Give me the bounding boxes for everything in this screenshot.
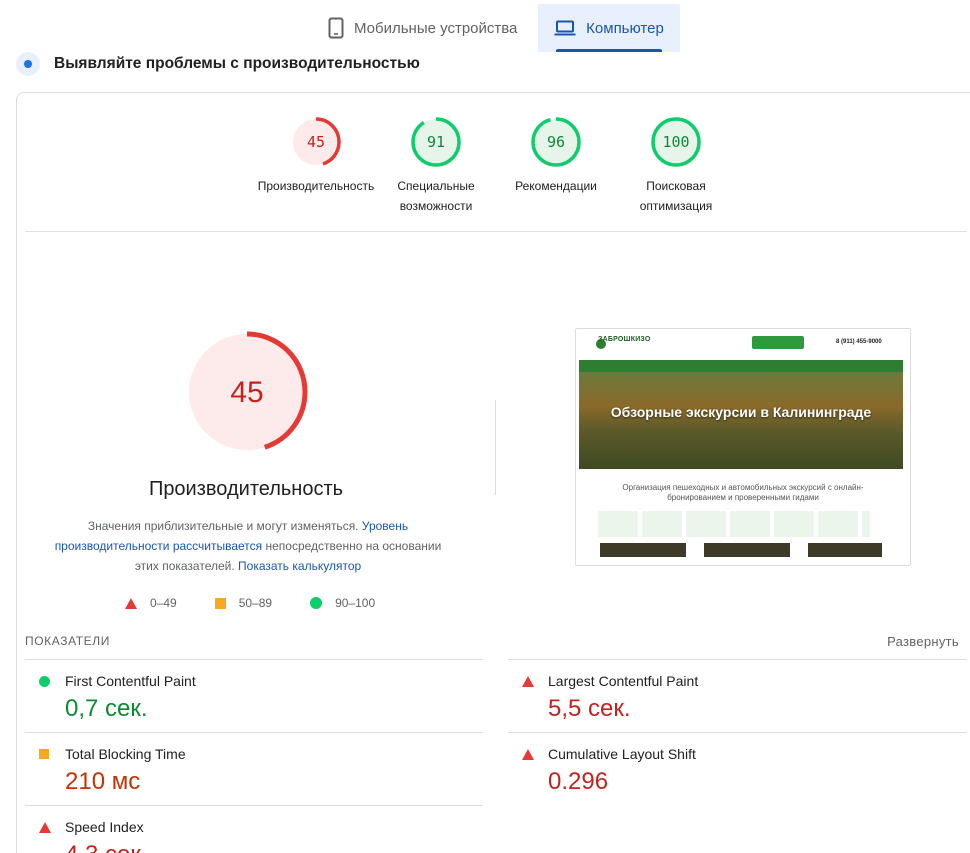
divider	[25, 231, 967, 232]
gauge-best-practices-score: 96	[547, 133, 565, 151]
metric-si: Speed Index 4,3 сек.	[25, 805, 483, 853]
calculator-link[interactable]: Показать калькулятор	[238, 559, 361, 573]
legend-average: 50–89	[214, 596, 272, 610]
fail-triangle-icon	[522, 676, 534, 687]
pass-circle-icon	[310, 597, 323, 609]
tab-mobile-label: Мобильные устройства	[354, 19, 518, 37]
metric-name: First Contentful Paint	[65, 673, 196, 689]
metric-name: Total Blocking Time	[65, 746, 186, 762]
gauge-performance-score: 45	[307, 133, 325, 151]
metric-value: 210 мс	[65, 768, 141, 795]
gauge-best-practices-ring: 96	[531, 117, 581, 167]
performance-title: Производительность	[148, 478, 344, 500]
fail-triangle-icon	[522, 749, 534, 760]
page-screenshot[interactable]: ЗАБРОШКИЗО 8 (911) 455-9000 Обзорные экс…	[575, 328, 911, 566]
site-hero-image: Обзорные экскурсии в Калининграде	[579, 372, 903, 469]
metric-tbt: Total Blocking Time 210 мс	[25, 732, 483, 805]
performance-diagnose-icon	[16, 52, 40, 76]
legend-fail: 0–49	[125, 596, 177, 610]
metric-name: Largest Contentful Paint	[548, 673, 699, 689]
gauge-accessibility-label: Специальные возможности	[397, 179, 475, 213]
site-hero-title: Обзорные экскурсии в Калининграде	[610, 404, 872, 420]
metric-value: 5,5 сек.	[548, 695, 631, 722]
fail-triangle-icon	[125, 597, 137, 609]
performance-description: Значения приблизительные и могут изменят…	[54, 519, 442, 573]
gauge-seo-ring: 100	[651, 117, 701, 167]
gauge-seo-score: 100	[662, 133, 689, 151]
metric-lcp: Largest Contentful Paint 5,5 сек.	[508, 659, 966, 732]
gauge-accessibility-ring: 91	[411, 117, 461, 167]
gauge-performance[interactable]: 45 Производительность	[246, 116, 386, 196]
metric-value: 4,3 сек.	[65, 841, 148, 853]
expand-toggle[interactable]: Развернуть	[887, 634, 959, 649]
device-tabs: Мобильные устройства Компьютер	[0, 4, 970, 54]
laptop-icon	[554, 20, 576, 36]
site-callback-button	[752, 336, 804, 349]
site-tour-cards	[600, 543, 882, 557]
tab-desktop-label: Компьютер	[586, 19, 664, 37]
gauge-best-practices-label: Рекомендации	[515, 179, 597, 193]
tab-mobile[interactable]: Мобильные устройства	[312, 4, 533, 52]
gauge-accessibility[interactable]: 91 Специальные возможности	[366, 116, 506, 216]
metric-fcp: First Contentful Paint 0,7 сек.	[25, 659, 483, 732]
gauge-seo-label: Поисковая оптимизация	[639, 179, 713, 213]
active-tab-indicator	[556, 49, 662, 52]
average-square-icon	[214, 597, 226, 609]
vertical-divider	[495, 400, 496, 495]
average-square-icon	[39, 749, 49, 759]
metric-name: Cumulative Layout Shift	[548, 746, 696, 762]
fail-triangle-icon	[39, 822, 51, 833]
performance-big-score: 45	[230, 376, 263, 409]
tab-desktop[interactable]: Компьютер	[538, 4, 680, 52]
gauge-accessibility-score: 91	[427, 133, 445, 151]
site-phone: 8 (911) 455-9000	[836, 339, 882, 345]
section-title: Выявляйте проблемы с производительностью	[54, 55, 420, 72]
performance-big-gauge: 45	[186, 331, 308, 453]
pass-circle-icon	[39, 676, 50, 687]
metric-value: 0.296	[548, 768, 609, 795]
metric-cls: Cumulative Layout Shift 0.296	[508, 732, 966, 805]
gauge-best-practices[interactable]: 96 Рекомендации	[486, 116, 626, 196]
score-legend: 0–49 50–89 90–100	[125, 596, 413, 610]
gauge-performance-ring: 45	[291, 117, 341, 167]
site-caption: Организация пешеходных и автомобильных э…	[622, 483, 864, 502]
section-header: Выявляйте проблемы с производительностью	[16, 52, 420, 76]
site-nav-bar	[579, 360, 903, 372]
site-tag-chips	[598, 511, 870, 537]
gauge-performance-label: Производительность	[257, 179, 375, 193]
metrics-title: ПОКАЗАТЕЛИ	[25, 634, 110, 648]
gauge-seo[interactable]: 100 Поисковая оптимизация	[606, 116, 746, 216]
legend-pass: 90–100	[310, 596, 375, 610]
metrics-header: ПОКАЗАТЕЛИ Развернуть	[25, 634, 959, 649]
metric-value: 0,7 сек.	[65, 695, 148, 722]
site-logo-text: ЗАБРОШКИЗО	[598, 336, 651, 343]
smartphone-icon	[328, 17, 344, 39]
metric-name: Speed Index	[65, 819, 144, 835]
